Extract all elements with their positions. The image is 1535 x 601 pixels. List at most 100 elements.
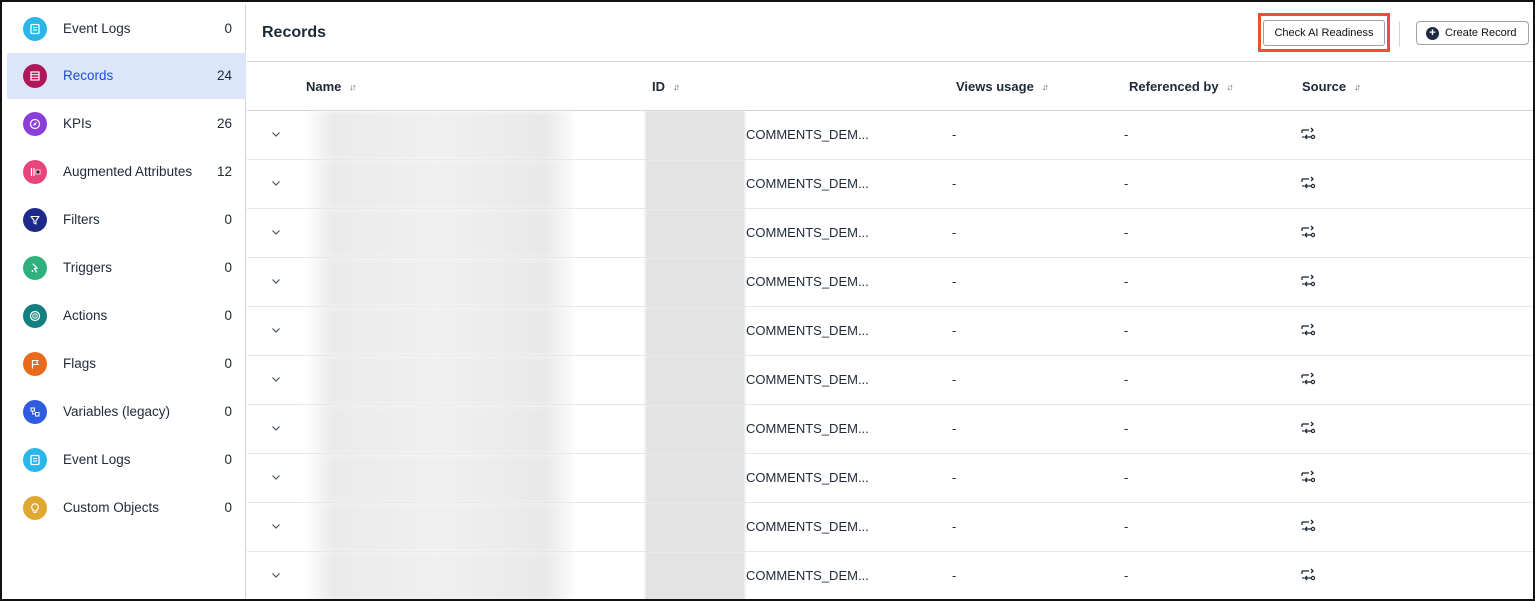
sort-icon: ↓↑ <box>1354 81 1361 92</box>
redacted-name <box>305 454 573 503</box>
sidebar-item-records[interactable]: Records 24 <box>7 53 246 99</box>
table-row[interactable]: COMMENTS_DEM... - - <box>247 356 1533 405</box>
source-icon <box>1301 225 1316 238</box>
column-label: ID <box>652 79 665 94</box>
source-icon <box>1301 372 1316 385</box>
create-record-label: Create Record <box>1445 27 1517 39</box>
cell-id: COMMENTS_DEM... <box>746 519 869 534</box>
table-row[interactable]: COMMENTS_DEM... - - <box>247 258 1533 307</box>
sort-icon: ↓↑ <box>349 81 356 92</box>
chevron-down-icon[interactable] <box>269 421 283 435</box>
lightbulb-icon <box>23 496 47 520</box>
redacted-name <box>305 552 573 599</box>
sidebar-item-triggers[interactable]: Triggers 0 <box>7 245 246 291</box>
sidebar-item-label: Filters <box>63 212 100 227</box>
sidebar-item-label: Flags <box>63 356 97 371</box>
column-header-views-usage[interactable]: Views usage ↓↑ <box>956 79 1049 94</box>
redacted-id-prefix <box>645 111 745 160</box>
redacted-name <box>305 258 573 307</box>
column-header-id[interactable]: ID ↓↑ <box>652 79 680 94</box>
chevron-down-icon[interactable] <box>269 372 283 386</box>
sidebar-item-label: KPIs <box>63 116 92 131</box>
column-label: Source <box>1302 79 1347 94</box>
event-logs-icon <box>23 17 47 41</box>
table-row[interactable]: COMMENTS_DEM... - - <box>247 209 1533 258</box>
sidebar-item-label: Actions <box>63 308 108 323</box>
sidebar-item-event-logs[interactable]: Event Logs 0 <box>7 6 246 52</box>
chevron-down-icon[interactable] <box>269 127 283 141</box>
chevron-down-icon[interactable] <box>269 519 283 533</box>
compass-icon <box>23 112 47 136</box>
sort-icon: ↓↑ <box>1226 81 1234 92</box>
cell-referenced-by: - <box>1124 519 1129 534</box>
chevron-down-icon[interactable] <box>269 176 283 190</box>
sort-icon: ↓↑ <box>1041 81 1049 92</box>
sidebar-item-filters[interactable]: Filters 0 <box>7 197 246 243</box>
flag-icon <box>23 352 47 376</box>
sidebar-item-label: Records <box>63 68 114 83</box>
header-divider-line <box>247 61 1533 62</box>
check-ai-readiness-button[interactable]: Check AI Readiness <box>1263 20 1385 46</box>
app-frame: Event Logs 0 Records 24 KPIs 26 Augmente… <box>0 0 1535 601</box>
cell-id: COMMENTS_DEM... <box>746 274 869 289</box>
redacted-id-prefix <box>645 405 745 454</box>
cell-id: COMMENTS_DEM... <box>746 176 869 191</box>
redacted-id-prefix <box>645 503 745 552</box>
page-title: Records <box>262 24 327 41</box>
cell-referenced-by: - <box>1124 274 1129 289</box>
table-row[interactable]: COMMENTS_DEM... - - <box>247 503 1533 552</box>
cell-referenced-by: - <box>1124 176 1129 191</box>
sidebar-item-label: Custom Objects <box>63 500 160 515</box>
sidebar-item-count: 0 <box>224 21 232 36</box>
sidebar-item-count: 0 <box>224 404 232 419</box>
sidebar-item-event-logs-2[interactable]: Event Logs 0 <box>7 437 246 483</box>
cell-id: COMMENTS_DEM... <box>746 421 869 436</box>
cell-referenced-by: - <box>1124 568 1129 583</box>
table-row[interactable]: COMMENTS_DEM... - - <box>247 307 1533 356</box>
sort-icon: ↓↑ <box>673 81 680 92</box>
table-row[interactable]: COMMENTS_DEM... - - <box>247 405 1533 454</box>
sidebar-item-custom-objects[interactable]: Custom Objects 0 <box>7 485 246 531</box>
table-row[interactable]: COMMENTS_DEM... - - <box>247 552 1533 599</box>
cell-referenced-by: - <box>1124 127 1129 142</box>
cell-referenced-by: - <box>1124 372 1129 387</box>
sidebar-item-label: Event Logs <box>63 452 131 467</box>
sidebar-item-augmented-attributes[interactable]: Augmented Attributes 12 <box>7 149 246 195</box>
table-row[interactable]: COMMENTS_DEM... - - <box>247 160 1533 209</box>
sidebar-item-flags[interactable]: Flags 0 <box>7 341 246 387</box>
redacted-id-prefix <box>645 209 745 258</box>
sidebar-item-actions[interactable]: Actions 0 <box>7 293 246 339</box>
table-row[interactable]: COMMENTS_DEM... - - <box>247 454 1533 503</box>
filter-icon <box>23 208 47 232</box>
sidebar-item-variables-legacy[interactable]: Variables (legacy) 0 <box>7 389 246 435</box>
sidebar-item-count: 0 <box>224 500 232 515</box>
column-label: Views usage <box>956 79 1034 94</box>
chevron-down-icon[interactable] <box>269 470 283 484</box>
cell-referenced-by: - <box>1124 470 1129 485</box>
header-divider <box>1399 21 1400 47</box>
redacted-name <box>305 111 573 160</box>
cell-id: COMMENTS_DEM... <box>746 225 869 240</box>
chevron-down-icon[interactable] <box>269 568 283 582</box>
redacted-id-prefix <box>645 258 745 307</box>
column-header-name[interactable]: Name ↓↑ <box>306 79 356 94</box>
chevron-down-icon[interactable] <box>269 225 283 239</box>
cell-views-usage: - <box>952 127 957 142</box>
source-icon <box>1301 323 1316 336</box>
sidebar-item-kpis[interactable]: KPIs 26 <box>7 101 246 147</box>
variables-icon <box>23 400 47 424</box>
source-icon <box>1301 127 1316 140</box>
source-icon <box>1301 470 1316 483</box>
chevron-down-icon[interactable] <box>269 323 283 337</box>
create-record-button[interactable]: + Create Record <box>1416 21 1529 45</box>
redacted-name <box>305 503 573 552</box>
redacted-id-prefix <box>645 160 745 209</box>
sidebar-item-count: 0 <box>224 452 232 467</box>
column-label: Name <box>306 79 342 94</box>
redacted-id-prefix <box>645 454 745 503</box>
table-row[interactable]: COMMENTS_DEM... - - <box>247 111 1533 160</box>
column-header-source[interactable]: Source ↓↑ <box>1302 79 1361 94</box>
chevron-down-icon[interactable] <box>269 274 283 288</box>
sidebar-item-label: Augmented Attributes <box>63 164 193 179</box>
column-header-referenced-by[interactable]: Referenced by ↓↑ <box>1129 79 1234 94</box>
